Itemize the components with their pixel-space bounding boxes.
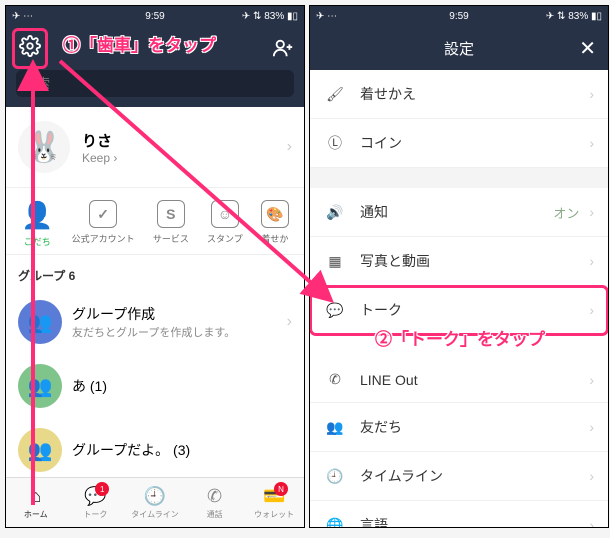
timeline-icon: 🕘	[324, 468, 346, 485]
profile-name: りさ	[82, 130, 117, 151]
settings-item-talk[interactable]: 💬トーク›	[310, 286, 608, 335]
home-screen: ✈ ⋯ 9:59 ✈ ⇅ 83% ▮▯ 🐰 りさ Keep › › 👤こだち ✓公…	[5, 5, 305, 528]
section-gap	[310, 168, 608, 188]
chevron-right-icon: ›	[589, 372, 594, 388]
add-friend-icon[interactable]	[272, 37, 294, 59]
search-bar	[6, 70, 304, 107]
settings-item-timeline[interactable]: 🕘タイムライン›	[310, 452, 608, 501]
group-row[interactable]: 👥グループ作成友だちとグループを作成します。›	[6, 290, 304, 354]
chevron-right-icon: ›	[589, 86, 594, 102]
chevron-right-icon: ›	[589, 302, 594, 318]
settings-item-language[interactable]: 🌐言語›	[310, 501, 608, 528]
search-input[interactable]	[16, 70, 294, 97]
category-tab-2[interactable]: Sサービス	[153, 200, 189, 248]
tab-ホーム[interactable]: ⌂ホーム	[6, 478, 66, 527]
tab-トーク[interactable]: 💬トーク1	[66, 478, 126, 527]
settings-item-line-out[interactable]: ✆LINE Out›	[310, 357, 608, 403]
settings-item-theme[interactable]: 🖌着せかえ›	[310, 70, 608, 119]
tab-通話[interactable]: ✆通話	[185, 478, 245, 527]
coin-icon: Ⓛ	[324, 133, 346, 153]
close-button[interactable]: ✕	[579, 36, 596, 61]
notification-icon: 🔊	[324, 204, 346, 221]
chevron-right-icon: ›	[589, 135, 594, 151]
settings-screen: ✈ ⋯ 9:59 ✈ ⇅ 83% ▮▯ 設定 ✕ 🖌着せかえ›Ⓛコイン› 🔊通知…	[309, 5, 609, 528]
friends-icon: 👥	[324, 419, 346, 436]
chevron-right-icon: ›	[589, 419, 594, 435]
settings-title: 設定	[444, 38, 474, 59]
photo-video-icon: ▦	[324, 253, 346, 270]
group-row[interactable]: 👥あ (1)	[6, 354, 304, 418]
chevron-right-icon: ›	[589, 204, 594, 220]
category-tab-4[interactable]: 🎨着せか	[261, 200, 289, 248]
chevron-right-icon: ›	[589, 468, 594, 484]
line-out-icon: ✆	[324, 371, 346, 388]
chevron-right-icon: ›	[589, 253, 594, 269]
talk-icon: 💬	[324, 302, 346, 319]
settings-item-coin[interactable]: Ⓛコイン›	[310, 119, 608, 168]
status-bar: ✈ ⋯ 9:59 ✈ ⇅ 83% ▮▯	[6, 6, 304, 26]
settings-navbar: 設定 ✕	[310, 26, 608, 70]
settings-item-notification[interactable]: 🔊通知オン›	[310, 188, 608, 237]
settings-item-photo-video[interactable]: ▦写真と動画›	[310, 237, 608, 286]
theme-icon: 🖌	[324, 86, 346, 103]
category-tab-0[interactable]: 👤こだち	[21, 200, 53, 248]
status-bar: ✈ ⋯ 9:59 ✈ ⇅ 83% ▮▯	[310, 6, 608, 26]
group-header[interactable]: グループ 6	[6, 255, 304, 290]
chevron-right-icon: ›	[589, 517, 594, 528]
category-tab-1[interactable]: ✓公式アカウント	[72, 200, 135, 248]
group-row[interactable]: 👥グループだよ。 (3)	[6, 418, 304, 482]
avatar: 🐰	[18, 121, 70, 173]
category-tabs: 👤こだち ✓公式アカウント Sサービス ☺スタンプ 🎨着せか	[6, 188, 304, 255]
tab-ウォレット[interactable]: 💳ウォレットN	[244, 478, 304, 527]
bottom-tabs: ⌂ホーム💬トーク1🕘タイムライン✆通話💳ウォレットN	[6, 477, 304, 527]
chevron-right-icon: ›	[287, 138, 292, 156]
home-navbar	[6, 26, 304, 70]
settings-item-friends[interactable]: 👥友だち›	[310, 403, 608, 452]
profile-sub: Keep ›	[82, 151, 117, 165]
gear-icon	[19, 35, 41, 57]
settings-button[interactable]	[12, 28, 48, 69]
profile-row[interactable]: 🐰 りさ Keep › ›	[6, 107, 304, 188]
category-tab-3[interactable]: ☺スタンプ	[207, 200, 243, 248]
tab-タイムライン[interactable]: 🕘タイムライン	[125, 478, 185, 527]
language-icon: 🌐	[324, 517, 346, 529]
